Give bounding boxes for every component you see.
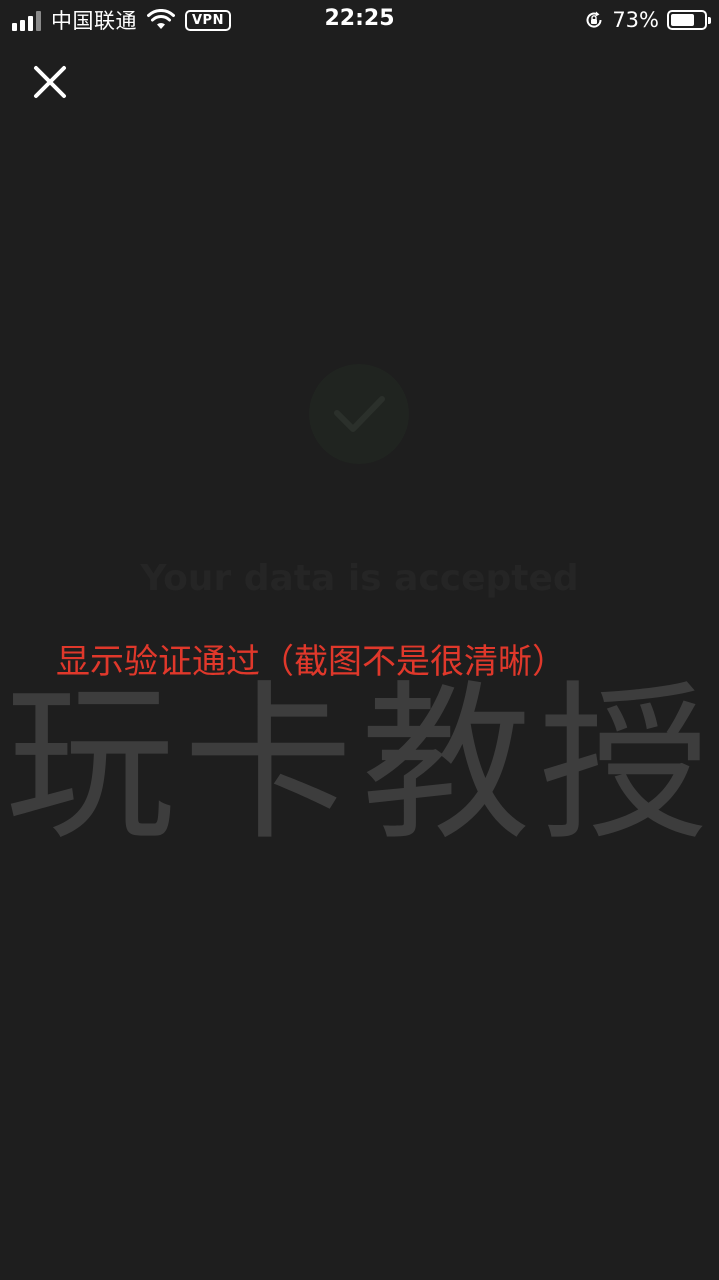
status-bar: 中国联通 VPN 22:25 73% bbox=[0, 0, 719, 40]
status-bar-right: 73% bbox=[584, 7, 711, 33]
close-icon bbox=[34, 66, 66, 98]
watermark-text: 玩卡教授 bbox=[5, 666, 718, 864]
close-button[interactable] bbox=[28, 60, 72, 104]
result-message: Your data is accepted bbox=[140, 558, 579, 599]
screen: 中国联通 VPN 22:25 73% Your data is accepted… bbox=[0, 0, 719, 1280]
battery-icon bbox=[667, 10, 711, 30]
rotation-lock-icon bbox=[586, 11, 602, 28]
checkmark-icon bbox=[309, 364, 409, 464]
battery-level bbox=[671, 14, 695, 26]
battery-percent: 73% bbox=[612, 8, 659, 32]
